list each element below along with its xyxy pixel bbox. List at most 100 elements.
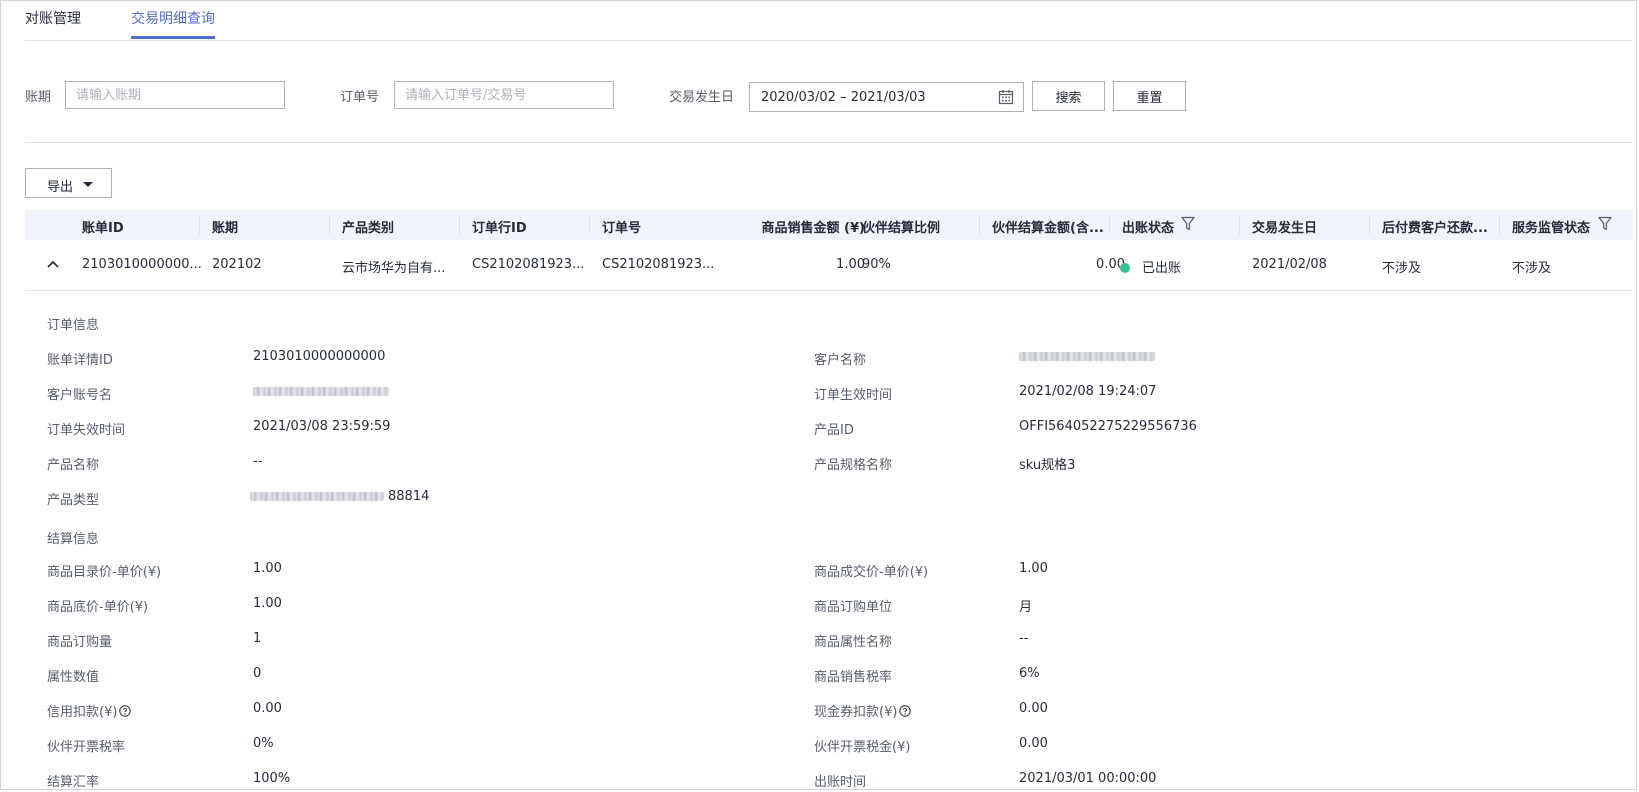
detail-label: 客户名称 (814, 353, 867, 368)
detail-value: 0% (253, 736, 274, 751)
status-dot (1120, 263, 1130, 273)
detail-label: 商品销售税率 (814, 670, 893, 685)
product-type-redacted (250, 492, 384, 501)
detail-label-text: 信用扣款(¥) (47, 705, 118, 720)
detail-value: 2103010000000000 (253, 349, 386, 364)
detail-value: -- (253, 454, 263, 469)
detail-label: 商品订购量 (47, 635, 113, 650)
col-header-repay: 后付费客户还款... (1369, 216, 1488, 236)
detail-value: 月 (1019, 600, 1033, 615)
caret-down-icon (83, 182, 93, 187)
detail-label: 商品目录价-单价(¥) (47, 565, 162, 580)
tab-reconciliation[interactable]: 对账管理 (25, 8, 81, 36)
trade-date-label: 交易发生日 (669, 90, 735, 105)
detail-label: 商品成交价-单价(¥) (814, 565, 929, 580)
cell-supervision: 不涉及 (1512, 261, 1552, 276)
cell-sales-amount: 1.00 (836, 257, 865, 272)
col-header-supervision: 服务监管状态 (1498, 216, 1590, 236)
cell-settle-amount: 0.00 (1096, 257, 1125, 272)
trade-date-value: 2020/03/02 – 2021/03/03 (761, 90, 926, 105)
tab-transaction-detail[interactable]: 交易明细查询 (131, 8, 215, 39)
detail-value: 2021/03/08 23:59:59 (253, 419, 391, 434)
reset-button[interactable]: 重置 (1113, 81, 1186, 111)
product-type-code: 88814 (388, 489, 430, 504)
col-header-ratio: 伙伴结算比例 (848, 216, 940, 236)
detail-value: 1.00 (253, 561, 282, 576)
detail-value: 1.00 (253, 596, 282, 611)
calendar-icon[interactable] (998, 89, 1014, 105)
cell-category: 云市场华为自有... (342, 261, 446, 276)
detail-label: 产品规格名称 (814, 458, 893, 473)
export-label: 导出 (47, 180, 74, 195)
detail-label: 账单详情ID (47, 353, 113, 368)
export-dropdown-button[interactable]: 导出 (25, 168, 112, 198)
cell-bill-id: 2103010000000... (82, 257, 202, 272)
cell-ratio: 90% (862, 257, 891, 272)
detail-label: 结算汇率 (47, 775, 100, 790)
customer-account-redacted (253, 384, 389, 399)
cell-period: 202102 (212, 257, 262, 272)
detail-value: sku规格3 (1019, 458, 1076, 473)
detail-value: 2021/02/08 19:24:07 (1019, 384, 1157, 399)
detail-value: 2021/03/01 00:00:00 (1019, 771, 1157, 786)
col-header-category: 产品类别 (328, 216, 394, 236)
detail-label: 商品订购单位 (814, 600, 893, 615)
detail-value: OFFI564052275229556736 (1019, 419, 1197, 434)
detail-value: 1 (253, 631, 262, 646)
col-header-settle-amount: 伙伴结算金额(含... (979, 216, 1104, 236)
table-row[interactable]: 2103010000000... 202102 云市场华为自有... CS210… (25, 240, 1633, 291)
detail-label: 商品底价-单价(¥) (47, 600, 149, 615)
col-header-order-no: 订单号 (588, 216, 641, 236)
settle-info-section-title: 结算信息 (47, 532, 100, 547)
detail-label: 产品ID (814, 423, 854, 438)
order-no-input[interactable] (394, 81, 614, 109)
col-header-bill-id: 账单ID (82, 221, 124, 236)
search-button[interactable]: 搜索 (1032, 81, 1105, 111)
detail-label: 属性数值 (47, 670, 100, 685)
cell-trade-date: 2021/02/08 (1252, 257, 1327, 272)
detail-label: 伙伴开票税金(¥) (814, 740, 911, 755)
order-no-label: 订单号 (340, 90, 380, 105)
chevron-up-icon[interactable] (47, 259, 59, 269)
cell-status: 已出账 (1142, 261, 1182, 276)
detail-label: 出账时间 (814, 775, 867, 790)
detail-label: 客户账号名 (47, 388, 113, 403)
table-header: 账单ID 账期 产品类别 订单行ID 订单号 商品销售金额 (¥) 伙伴结算比例… (25, 210, 1633, 240)
credit-deduction-label: 信用扣款(¥) (47, 701, 132, 720)
detail-label-text: 现金券扣款(¥) (814, 705, 898, 720)
detail-value: 0.00 (1019, 701, 1048, 716)
detail-value: -- (1019, 631, 1029, 646)
bill-period-input[interactable] (65, 81, 285, 109)
col-header-sales-amount: 商品销售金额 (¥) (761, 221, 865, 236)
cell-order-line-id: CS2102081923... (472, 257, 585, 272)
detail-value: 6% (1019, 666, 1040, 681)
detail-value: 1.00 (1019, 561, 1048, 576)
help-icon[interactable] (899, 705, 912, 717)
detail-value: 0.00 (1019, 736, 1048, 751)
tab-bar: 对账管理 交易明细查询 (25, 0, 1633, 41)
filter-divider (25, 142, 1633, 143)
help-icon[interactable] (119, 705, 132, 717)
detail-value: 0 (253, 666, 262, 681)
detail-label: 商品属性名称 (814, 635, 893, 650)
cell-repay: 不涉及 (1382, 261, 1422, 276)
order-info-section-title: 订单信息 (47, 318, 100, 333)
col-header-order-line-id: 订单行ID (459, 216, 527, 236)
detail-value: 100% (253, 771, 291, 786)
coupon-deduction-label: 现金券扣款(¥) (814, 701, 912, 720)
detail-label: 伙伴开票税率 (47, 740, 126, 755)
detail-label: 订单生效时间 (814, 388, 893, 403)
cell-order-no: CS2102081923... (602, 257, 715, 272)
supervision-filter-icon[interactable] (1598, 216, 1612, 231)
bill-period-label: 账期 (25, 90, 52, 105)
status-filter-icon[interactable] (1181, 216, 1195, 231)
detail-label: 订单失效时间 (47, 423, 126, 438)
col-header-period: 账期 (198, 216, 238, 236)
trade-date-range-picker[interactable]: 2020/03/02 – 2021/03/03 (749, 82, 1024, 112)
detail-label: 产品类型 (47, 493, 100, 508)
col-header-status: 出账状态 (1108, 216, 1174, 236)
product-type-value: 88814 (250, 489, 429, 504)
col-header-trade-date: 交易发生日 (1238, 216, 1317, 236)
detail-value: 0.00 (253, 701, 282, 716)
customer-name-redacted (1019, 349, 1155, 364)
